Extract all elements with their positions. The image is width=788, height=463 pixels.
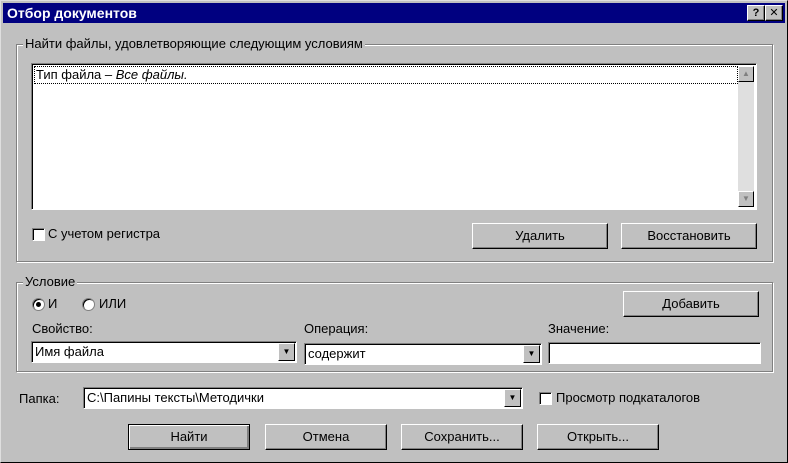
delete-button[interactable]: Удалить <box>472 223 608 249</box>
or-radio[interactable] <box>82 298 95 311</box>
operation-label: Операция: <box>304 321 369 336</box>
criteria-list[interactable]: Тип файла – Все файлы. ▲ ▼ <box>31 63 757 210</box>
dialog-window: Отбор документов ? ✕ Найти файлы, удовле… <box>0 0 788 463</box>
chevron-down-icon[interactable]: ▼ <box>504 389 521 407</box>
folder-select[interactable]: C:\Папины тексты\Методички ▼ <box>83 387 523 409</box>
folder-label: Папка: <box>19 391 60 406</box>
value-input[interactable] <box>548 342 761 364</box>
subfolders-label: Просмотр подкаталогов <box>556 390 701 405</box>
close-icon: ✕ <box>769 7 779 19</box>
criteria-group: Найти файлы, удовлетворяющие следующим у… <box>16 36 773 262</box>
property-select[interactable]: Имя файла ▼ <box>31 341 297 363</box>
folder-value: C:\Папины тексты\Методички <box>87 390 264 405</box>
find-button[interactable]: Найти <box>128 424 250 450</box>
condition-group: Условие И ИЛИ Добавить Свойство: Имя фай… <box>16 274 773 372</box>
scroll-down-arrow-icon[interactable]: ▼ <box>738 191 754 207</box>
restore-button[interactable]: Восстановить <box>621 223 757 249</box>
case-sensitive-label: С учетом регистра <box>48 226 161 241</box>
save-button[interactable]: Сохранить... <box>401 424 523 450</box>
add-button[interactable]: Добавить <box>623 291 759 317</box>
operation-value: содержит <box>308 346 366 361</box>
list-item-value: Все файлы. <box>115 67 188 82</box>
property-label: Свойство: <box>32 321 93 336</box>
radio-selected-dot <box>36 302 41 307</box>
open-button[interactable]: Открыть... <box>537 424 659 450</box>
window-title: Отбор документов <box>7 5 137 21</box>
chevron-down-icon[interactable]: ▼ <box>278 343 295 361</box>
list-scrollbar[interactable]: ▲ ▼ <box>738 66 754 207</box>
property-value: Имя файла <box>35 344 104 359</box>
and-radio[interactable] <box>32 298 45 311</box>
subfolders-checkbox[interactable] <box>539 392 552 405</box>
case-sensitive-checkbox[interactable] <box>32 228 45 241</box>
cancel-button[interactable]: Отмена <box>265 424 387 450</box>
and-radio-label: И <box>48 296 58 311</box>
value-label: Значение: <box>548 321 610 336</box>
list-item[interactable]: Тип файла – Все файлы. <box>34 66 738 84</box>
title-bar[interactable]: Отбор документов ? ✕ <box>3 3 785 23</box>
operation-select[interactable]: содержит ▼ <box>304 343 542 365</box>
scroll-up-arrow-icon[interactable]: ▲ <box>738 66 754 82</box>
chevron-down-icon[interactable]: ▼ <box>523 345 540 363</box>
close-button[interactable]: ✕ <box>765 5 783 21</box>
list-item-prefix: Тип файла – <box>36 67 116 82</box>
criteria-group-label: Найти файлы, удовлетворяющие следующим у… <box>23 36 365 51</box>
condition-group-label: Условие <box>23 274 78 289</box>
help-button[interactable]: ? <box>747 5 765 21</box>
or-radio-label: ИЛИ <box>99 296 127 311</box>
